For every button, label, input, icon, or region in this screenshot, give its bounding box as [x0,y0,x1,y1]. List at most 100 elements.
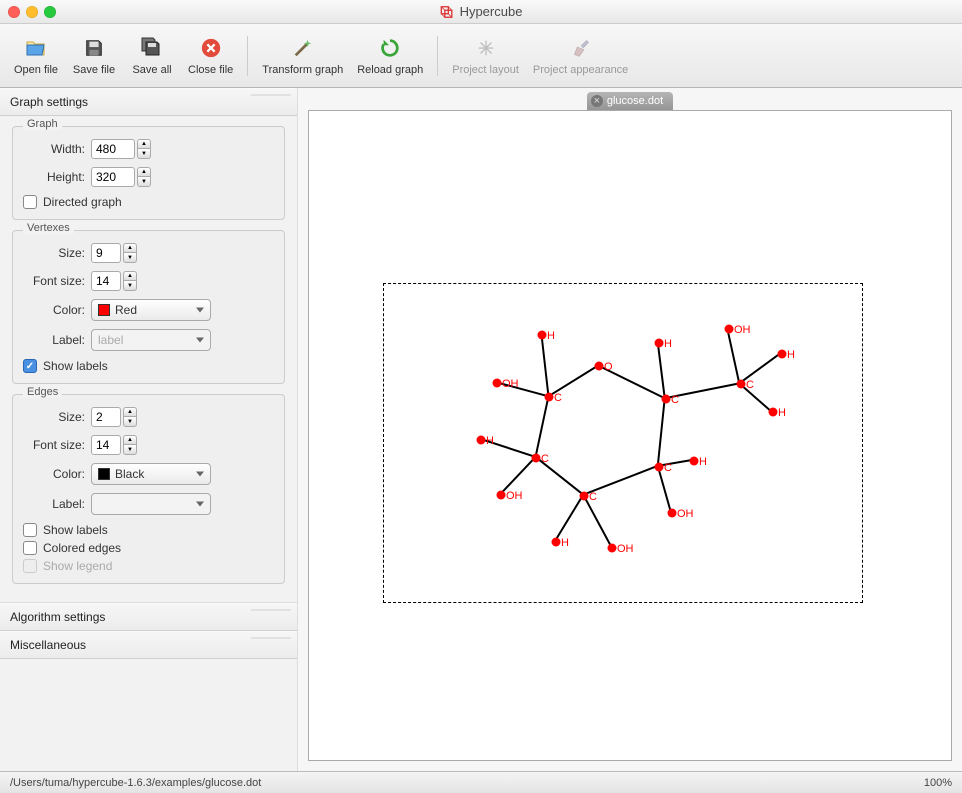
graph-node-label: H [699,456,707,468]
width-label: Width: [23,142,85,156]
height-input[interactable]: ▲▼ [91,167,151,187]
graph-settings-panel: Graph Width: ▲▼ Height: ▲▼ Directed grap… [0,116,297,603]
toolbar-separator [247,36,248,76]
graph-node[interactable] [690,457,699,466]
open-file-button[interactable]: Open file [8,28,64,84]
window-minimize-button[interactable] [26,6,38,18]
graph-node[interactable] [725,325,734,334]
spinner-down[interactable]: ▼ [137,177,151,187]
edge-size-input[interactable]: ▲▼ [91,407,137,427]
tab-close-icon[interactable] [591,95,603,107]
vertex-label-label: Label: [23,333,85,347]
edge-color-label: Color: [23,467,85,481]
vertex-color-label: Color: [23,303,85,317]
graph-node[interactable] [778,350,787,359]
graph-node[interactable] [532,454,541,463]
graph-node-label: C [664,462,672,474]
graph-node[interactable] [737,380,746,389]
graph-legend: Graph [23,118,62,130]
height-label: Height: [23,170,85,184]
window-title: Hypercube [460,4,523,19]
spinner-up[interactable]: ▲ [123,243,137,253]
colored-edges-checkbox[interactable] [23,541,37,555]
layout-icon [474,36,498,60]
graph-node-label: OH [617,543,634,555]
toolbar-separator [437,36,438,76]
graph-node[interactable] [668,509,677,518]
graph-node-label: OH [502,378,519,390]
spinner-up[interactable]: ▲ [137,167,151,177]
vertex-fontsize-label: Font size: [23,274,85,288]
show-legend-checkbox [23,559,37,573]
graph-node[interactable] [538,331,547,340]
graph-node[interactable] [595,362,604,371]
graph-node-label: OH [677,508,694,520]
graph-settings-header[interactable]: Graph settings [0,88,297,116]
save-all-button[interactable]: Save all [124,28,180,84]
spinner-down[interactable]: ▼ [123,253,137,263]
vertex-color-select[interactable]: Red [91,299,211,321]
show-edge-labels-checkbox[interactable] [23,523,37,537]
project-appearance-button: Project appearance [527,28,634,84]
spinner-up[interactable]: ▲ [137,139,151,149]
close-icon [199,36,223,60]
graph-node[interactable] [608,544,617,553]
graph-node[interactable] [477,436,486,445]
vertex-size-label: Size: [23,246,85,260]
tab-label: glucose.dot [607,95,663,107]
graph-node[interactable] [655,339,664,348]
graph-node[interactable] [769,408,778,417]
width-input[interactable]: ▲▼ [91,139,151,159]
graph-node-label: OH [506,490,523,502]
project-layout-button: Project layout [446,28,525,84]
graph-fieldset: Graph Width: ▲▼ Height: ▲▼ Directed grap… [12,126,285,220]
graph-node-label: H [778,407,786,419]
graph-node-label: C [746,379,754,391]
graph-node[interactable] [662,395,671,404]
show-vertex-labels-checkbox[interactable] [23,359,37,373]
graph-node[interactable] [552,538,561,547]
spinner-up[interactable]: ▲ [123,407,137,417]
miscellaneous-header[interactable]: Miscellaneous [0,631,297,659]
graph-node[interactable] [545,393,554,402]
edge-color-select[interactable]: Black [91,463,211,485]
status-zoom: 100% [924,777,952,789]
graph-node[interactable] [497,491,506,500]
show-vertex-labels-label: Show labels [43,359,108,373]
brush-icon [569,36,593,60]
directed-checkbox[interactable] [23,195,37,209]
edge-label-label: Label: [23,497,85,511]
save-file-button[interactable]: Save file [66,28,122,84]
algorithm-settings-header[interactable]: Algorithm settings [0,603,297,631]
graph-node-label: C [589,491,597,503]
spinner-down[interactable]: ▼ [123,417,137,427]
edge-label-select [91,493,211,515]
save-icon [82,36,106,60]
spinner-up[interactable]: ▲ [123,435,137,445]
edges-fieldset: Edges Size: ▲▼ Font size: ▲▼ Color: Blac… [12,394,285,584]
window-zoom-button[interactable] [44,6,56,18]
document-tab[interactable]: glucose.dot [587,92,673,110]
spinner-down[interactable]: ▼ [123,281,137,291]
transform-graph-button[interactable]: Transform graph [256,28,349,84]
vertexes-fieldset: Vertexes Size: ▲▼ Font size: ▲▼ Color: R… [12,230,285,384]
edge-fontsize-input[interactable]: ▲▼ [91,435,137,455]
graph-node-label: H [561,537,569,549]
spinner-up[interactable]: ▲ [123,271,137,281]
window-close-button[interactable] [8,6,20,18]
graph-node[interactable] [580,492,589,501]
vertexes-legend: Vertexes [23,222,74,234]
sidebar: Graph settings Graph Width: ▲▼ Height: ▲… [0,88,298,771]
graph-node-label: H [547,330,555,342]
graph-node[interactable] [493,379,502,388]
titlebar: Hypercube [0,0,962,24]
directed-label: Directed graph [43,195,122,209]
close-file-button[interactable]: Close file [182,28,239,84]
spinner-down[interactable]: ▼ [123,445,137,455]
vertex-fontsize-input[interactable]: ▲▼ [91,271,137,291]
reload-graph-button[interactable]: Reload graph [351,28,429,84]
spinner-down[interactable]: ▼ [137,149,151,159]
graph-node[interactable] [655,463,664,472]
canvas[interactable]: HOHOHHCHCCOHHCOHCHOHCHOH [308,110,952,761]
vertex-size-input[interactable]: ▲▼ [91,243,137,263]
